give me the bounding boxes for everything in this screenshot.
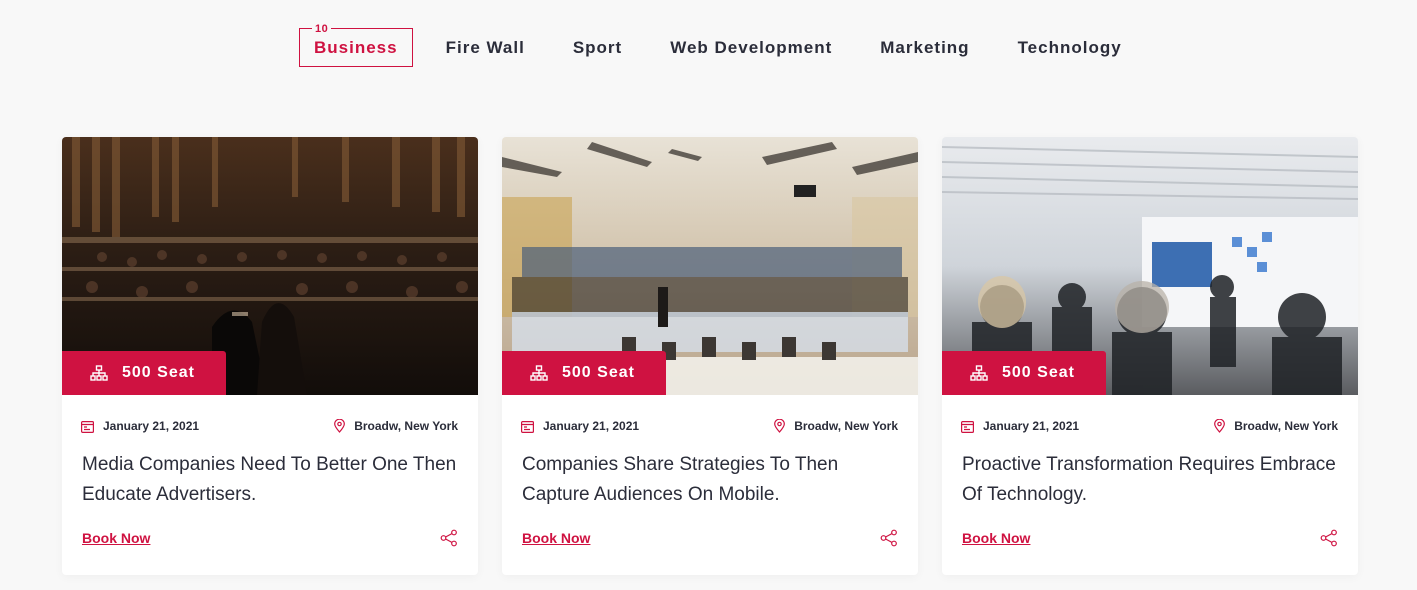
tab-web-development[interactable]: Web Development: [670, 28, 832, 67]
tab-marketing[interactable]: Marketing: [880, 28, 969, 67]
tab-label: Technology: [1017, 37, 1122, 57]
tab-technology[interactable]: Technology: [1018, 28, 1122, 67]
event-meta: January 21, 2021 Broadw, New York: [961, 419, 1338, 433]
date-text: January 21, 2021: [983, 419, 1080, 433]
event-date: January 21, 2021: [961, 419, 1079, 433]
event-card: 500 Seat January 21, 2021 Broadw, New Yo…: [502, 137, 918, 575]
tab-fire-wall[interactable]: Fire Wall: [446, 28, 525, 67]
calendar-icon: [961, 420, 974, 433]
event-card: 500 Seat January 21, 2021 Broadw, New Yo…: [942, 137, 1358, 575]
event-card: 500 Seat January 21, 2021 Broadw, New Yo…: [62, 137, 478, 575]
event-meta: January 21, 2021 Broadw, New York: [81, 419, 458, 433]
sitemap-icon: [970, 365, 988, 381]
tab-count-badge: 10: [312, 22, 332, 36]
event-title[interactable]: Companies Share Strategies To Then Captu…: [522, 450, 902, 510]
location-text: Broadw, New York: [794, 419, 898, 433]
event-date: January 21, 2021: [521, 419, 639, 433]
exhibition-photo[interactable]: 500 Seat: [942, 137, 1358, 395]
sitemap-icon: [530, 365, 548, 381]
date-text: January 21, 2021: [103, 419, 200, 433]
event-date: January 21, 2021: [81, 419, 199, 433]
seat-badge: 500 Seat: [62, 351, 226, 395]
tab-business[interactable]: 10 Business: [299, 22, 413, 67]
seat-label: 500 Seat: [122, 364, 195, 381]
share-icon[interactable]: [440, 529, 458, 547]
seat-badge: 500 Seat: [502, 351, 666, 395]
tab-label: Sport: [572, 37, 623, 57]
tab-sport[interactable]: Sport: [573, 28, 622, 67]
share-icon[interactable]: [1320, 529, 1338, 547]
event-title[interactable]: Proactive Transformation Requires Embrac…: [962, 450, 1342, 510]
map-pin-icon: [1214, 419, 1226, 433]
event-meta: January 21, 2021 Broadw, New York: [521, 419, 898, 433]
tab-label: Fire Wall: [445, 37, 525, 57]
tab-label: Business: [314, 37, 398, 57]
category-tabs: 10 Business Fire Wall Sport Web Developm…: [299, 22, 1170, 67]
map-pin-icon: [774, 419, 786, 433]
calendar-icon: [81, 420, 94, 433]
sitemap-icon: [90, 365, 108, 381]
calendar-icon: [521, 420, 534, 433]
seat-badge: 500 Seat: [942, 351, 1106, 395]
lecture-hall-photo[interactable]: 500 Seat: [502, 137, 918, 395]
seat-label: 500 Seat: [562, 364, 635, 381]
seat-label: 500 Seat: [1002, 364, 1075, 381]
event-title[interactable]: Media Companies Need To Better One Then …: [82, 450, 462, 510]
book-now-link[interactable]: Book Now: [82, 530, 150, 546]
tab-label: Marketing: [880, 37, 970, 57]
map-pin-icon: [334, 419, 346, 433]
event-location: Broadw, New York: [1214, 419, 1338, 433]
book-now-link[interactable]: Book Now: [962, 530, 1030, 546]
event-location: Broadw, New York: [774, 419, 898, 433]
share-icon[interactable]: [880, 529, 898, 547]
location-text: Broadw, New York: [1234, 419, 1338, 433]
location-text: Broadw, New York: [354, 419, 458, 433]
date-text: January 21, 2021: [543, 419, 640, 433]
event-location: Broadw, New York: [334, 419, 458, 433]
tab-label: Web Development: [670, 37, 833, 57]
book-now-link[interactable]: Book Now: [522, 530, 590, 546]
auditorium-photo[interactable]: 500 Seat: [62, 137, 478, 395]
